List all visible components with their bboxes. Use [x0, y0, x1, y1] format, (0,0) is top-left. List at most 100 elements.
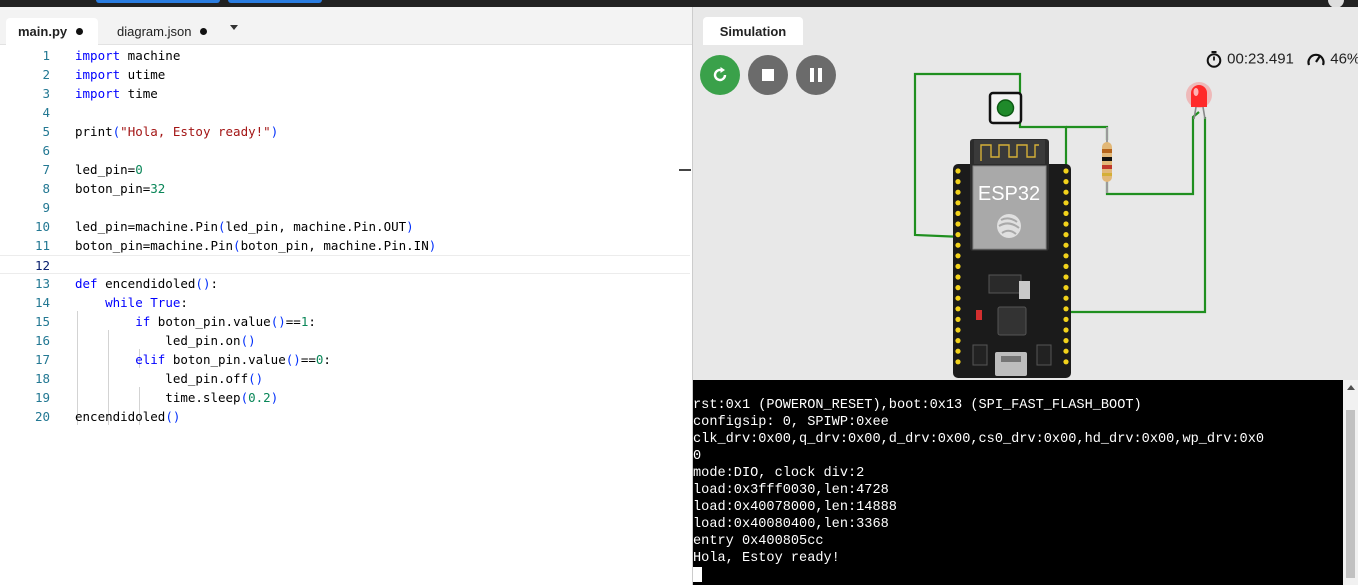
scrollbar-thumb[interactable] — [1346, 410, 1355, 578]
tab-menu-chevron-down-icon[interactable] — [230, 25, 238, 30]
code-line[interactable]: 15 if boton_pin.value()==1: — [0, 312, 692, 331]
board-pin[interactable] — [955, 274, 961, 280]
circuit-canvas[interactable]: ESP32 — [693, 7, 1358, 380]
serial-line: 0 — [693, 449, 702, 464]
board-pin[interactable] — [1063, 253, 1069, 259]
board-pin[interactable] — [955, 168, 961, 174]
board-pin[interactable] — [1063, 221, 1069, 227]
serial-line: load:0x40080400,len:3368 — [693, 517, 889, 532]
board-pin[interactable] — [1063, 338, 1069, 344]
code-line[interactable]: 16 led_pin.on() — [0, 331, 692, 350]
wire[interactable] — [1066, 117, 1207, 314]
code-line[interactable]: 10 led_pin=machine.Pin(led_pin, machine.P… — [0, 217, 692, 236]
board-pin[interactable] — [1063, 348, 1069, 354]
wire[interactable] — [1066, 125, 1109, 140]
serial-monitor[interactable]: rst:0x1 (POWERON_RESET),boot:0x13 (SPI_F… — [693, 380, 1343, 585]
board-pin[interactable] — [1063, 263, 1069, 269]
code-line[interactable]: 11 boton_pin=machine.Pin(boton_pin, machi… — [0, 236, 692, 255]
top-action-button[interactable] — [96, 0, 220, 3]
code-line[interactable]: 4 — [0, 103, 692, 122]
code-token: led_pin.on — [75, 333, 241, 348]
line-number: 5 — [42, 124, 50, 139]
top-action-button[interactable] — [228, 0, 322, 3]
code-token: () — [240, 333, 256, 348]
code-line[interactable]: 8 boton_pin=32 — [0, 179, 692, 198]
push-button-component[interactable] — [988, 91, 1023, 125]
board-pin[interactable] — [1063, 168, 1069, 174]
code-line[interactable]: 13 def encendidoled(): — [0, 274, 692, 293]
board-pin[interactable] — [1063, 189, 1069, 195]
code-line[interactable]: 5 print("Hola, Estoy ready!") — [0, 122, 692, 141]
board-pin[interactable] — [955, 348, 961, 354]
code-line[interactable]: 3 import time — [0, 84, 692, 103]
code-token: () — [165, 409, 181, 424]
serial-scrollbar[interactable] — [1343, 380, 1358, 585]
code-token: led_pin=machine.Pin — [75, 219, 218, 234]
board-pin[interactable] — [1063, 327, 1069, 333]
code-line[interactable]: 18 led_pin.off() — [0, 369, 692, 388]
code-area[interactable]: 1 import machine 2 import utime 3 import time… — [0, 45, 692, 585]
board-pin[interactable] — [955, 306, 961, 312]
code-token: : — [210, 276, 219, 291]
code-line[interactable]: 6 — [0, 141, 692, 160]
code-line[interactable]: 2 import utime — [0, 65, 692, 84]
board-pin[interactable] — [955, 242, 961, 248]
board-pin[interactable] — [1063, 295, 1069, 301]
board-pin[interactable] — [955, 200, 961, 206]
tab-label: main.py — [18, 24, 68, 39]
board-pin[interactable] — [955, 285, 961, 291]
board-pin[interactable] — [955, 359, 961, 365]
code-token: ) — [428, 238, 437, 253]
board-pin[interactable] — [955, 338, 961, 344]
board-pin[interactable] — [1063, 242, 1069, 248]
wire[interactable] — [1105, 111, 1200, 196]
tab-label: diagram.json — [117, 24, 192, 39]
tab-main-py[interactable]: main.py — [6, 18, 98, 45]
board-pin[interactable] — [955, 179, 961, 185]
board-pin[interactable] — [955, 232, 961, 238]
board-pin[interactable] — [1063, 306, 1069, 312]
code-line[interactable]: 17 elif boton_pin.value()==0: — [0, 350, 692, 369]
board-pin[interactable] — [1063, 210, 1069, 216]
code-token: led_pin, machine.Pin.OUT — [225, 219, 407, 234]
board-pin[interactable] — [955, 263, 961, 269]
resistor-component[interactable] — [1102, 127, 1112, 193]
board-pin[interactable] — [1063, 285, 1069, 291]
code-line[interactable]: 19 time.sleep(0.2) — [0, 388, 692, 407]
code-token: 0 — [135, 162, 143, 177]
code-text: elif boton_pin.value()==0: — [75, 350, 331, 369]
code-line[interactable]: 14 while True: — [0, 293, 692, 312]
board-pin[interactable] — [1063, 200, 1069, 206]
code-token: machine — [120, 48, 181, 63]
serial-line: clk_drv:0x00,q_drv:0x00,d_drv:0x00,cs0_d… — [693, 432, 1265, 447]
board-pin[interactable] — [1063, 316, 1069, 322]
board-pin[interactable] — [955, 189, 961, 195]
code-line[interactable]: 9 — [0, 198, 692, 217]
board-pin[interactable] — [955, 253, 961, 259]
code-line[interactable]: 7 led_pin=0 — [0, 160, 692, 179]
board-pin[interactable] — [955, 316, 961, 322]
esp32-board[interactable]: ESP32 — [953, 139, 1071, 378]
code-text: time.sleep(0.2) — [75, 388, 278, 407]
scroll-up-arrow-icon[interactable] — [1347, 385, 1355, 390]
code-line[interactable]: 12 — [0, 255, 690, 274]
led-component[interactable] — [1186, 82, 1212, 120]
board-pin[interactable] — [955, 221, 961, 227]
tab-diagram-json[interactable]: diagram.json — [105, 18, 223, 45]
code-token: boton_pin.value — [165, 352, 286, 367]
board-pin[interactable] — [955, 327, 961, 333]
board-pin[interactable] — [955, 210, 961, 216]
board-pin[interactable] — [1063, 232, 1069, 238]
board-pin[interactable] — [1063, 274, 1069, 280]
board-pin[interactable] — [1063, 359, 1069, 365]
code-line[interactable]: 20 encendidoled() — [0, 407, 692, 426]
serial-line: load:0x40078000,len:14888 — [693, 500, 897, 515]
code-line[interactable]: 1 import machine — [0, 46, 692, 65]
editor-tabs: main.py diagram.json — [0, 7, 692, 45]
line-number: 19 — [34, 390, 50, 405]
board-pin[interactable] — [955, 295, 961, 301]
code-text: def encendidoled(): — [75, 274, 218, 293]
board-pin[interactable] — [1063, 179, 1069, 185]
line-number: 8 — [42, 181, 50, 196]
code-token: import — [75, 86, 121, 101]
